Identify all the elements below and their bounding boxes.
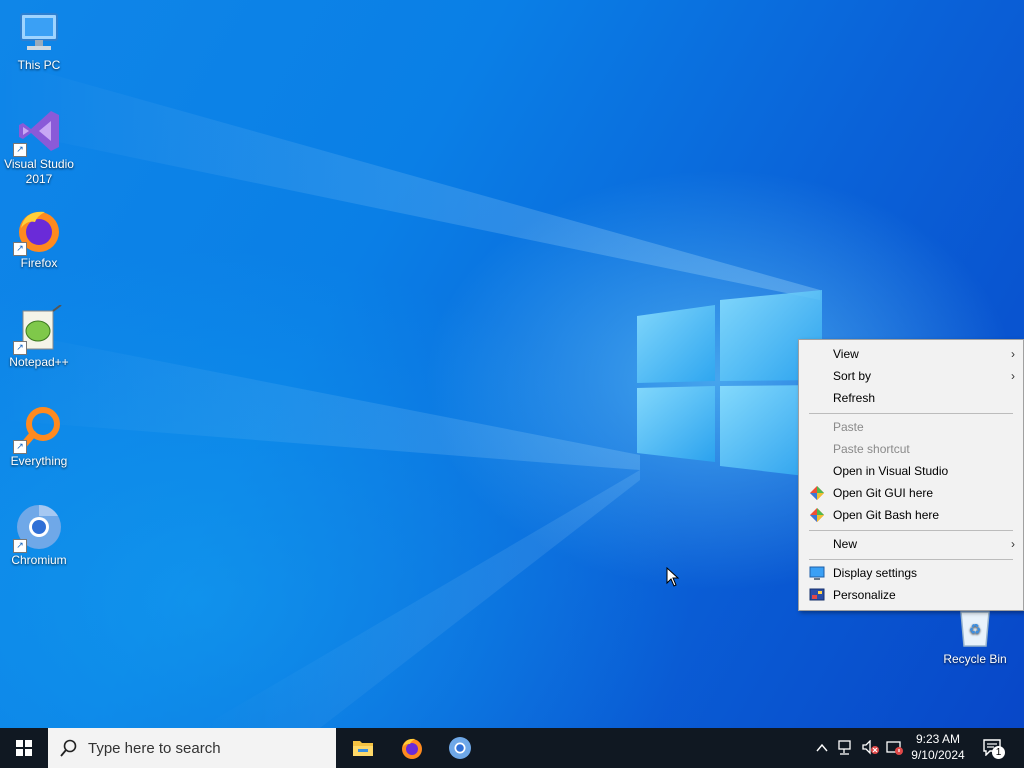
desktop-icon-label: 2017 — [25, 172, 53, 186]
desktop-icon-visual-studio[interactable]: ↗ Visual Studio 2017 — [1, 107, 77, 187]
taskbar-app-firefox[interactable] — [388, 728, 436, 768]
svg-text:♻: ♻ — [969, 622, 982, 638]
desktop-icon-everything[interactable]: ↗ Everything — [1, 404, 77, 469]
shortcut-arrow-icon: ↗ — [13, 143, 27, 157]
visual-studio-icon: ↗ — [13, 107, 63, 157]
desktop-context-menu: View › Sort by › Refresh Paste Paste sho… — [798, 339, 1024, 611]
clock-date: 9/10/2024 — [911, 748, 965, 762]
desktop-icon-label: Firefox — [20, 256, 58, 270]
start-button[interactable] — [0, 728, 48, 768]
action-center-button[interactable]: 1 — [980, 736, 1005, 760]
menu-separator — [809, 559, 1013, 560]
shortcut-arrow-icon: ↗ — [13, 341, 27, 355]
menu-item-label: View — [833, 347, 859, 361]
taskbar-app-file-explorer[interactable] — [338, 728, 386, 768]
search-icon — [60, 739, 77, 757]
chevron-right-icon: › — [1011, 369, 1015, 383]
menu-item-open-in-visual-studio[interactable]: Open in Visual Studio — [799, 460, 1023, 482]
chevron-right-icon: › — [1011, 347, 1015, 361]
desktop-icon-label: Notepad++ — [9, 355, 69, 369]
desktop-icon-notepad-plus-plus[interactable]: ↗ Notepad++ — [1, 304, 77, 370]
desktop-icon-recycle-bin[interactable]: ♻ Recycle Bin — [937, 602, 1013, 667]
shortcut-arrow-icon: ↗ — [13, 242, 27, 256]
menu-item-label: Open Git Bash here — [833, 508, 940, 522]
firefox-icon — [402, 738, 422, 759]
taskbar-clock[interactable]: 9:23 AM 9/10/2024 — [900, 731, 976, 763]
menu-item-paste-shortcut[interactable]: Paste shortcut — [799, 438, 1023, 460]
desktop-icon-label: Visual Studio — [4, 157, 74, 171]
menu-item-refresh[interactable]: Refresh — [799, 387, 1023, 409]
menu-item-paste[interactable]: Paste — [799, 416, 1023, 438]
git-icon — [810, 508, 824, 522]
desktop-icon-label: Recycle Bin — [943, 652, 1007, 666]
menu-item-label: New — [833, 537, 858, 551]
search-placeholder: Type here to search — [88, 740, 221, 757]
menu-item-label: Open Git GUI here — [833, 486, 934, 500]
windows-logo-icon — [16, 740, 32, 756]
desktop-icon-label: Everything — [10, 454, 68, 468]
shortcut-arrow-icon: ↗ — [13, 440, 27, 454]
menu-item-personalize[interactable]: Personalize — [799, 584, 1023, 606]
chromium-icon: ↗ — [13, 503, 63, 553]
shortcut-arrow-icon: ↗ — [13, 539, 27, 553]
desktop-icon-this-pc[interactable]: This PC — [1, 8, 77, 73]
this-pc-icon — [15, 8, 63, 56]
taskbar: Type here to search 9:23 AM 9/10/2024 1 — [0, 728, 1024, 768]
taskbar-app-chromium[interactable] — [436, 728, 484, 768]
notification-count-badge: 1 — [992, 746, 1005, 759]
menu-item-sort-by[interactable]: Sort by › — [799, 365, 1023, 387]
menu-item-display-settings[interactable]: Display settings — [799, 562, 1023, 584]
menu-item-label: Paste shortcut — [833, 442, 910, 456]
menu-item-label: Personalize — [833, 588, 896, 602]
menu-item-new[interactable]: New › — [799, 533, 1023, 555]
menu-item-label: Refresh — [833, 391, 876, 405]
display-icon — [809, 566, 825, 580]
notepad-plus-plus-icon: ↗ — [13, 304, 63, 355]
personalize-icon — [809, 588, 825, 601]
taskbar-search-box[interactable]: Type here to search — [48, 728, 336, 768]
desktop-icon-label: This PC — [17, 58, 61, 72]
menu-item-label: Open in Visual Studio — [833, 464, 949, 478]
menu-item-view[interactable]: View › — [799, 343, 1023, 365]
git-icon — [810, 486, 824, 500]
menu-item-label: Display settings — [833, 566, 918, 580]
clock-time: 9:23 AM — [915, 732, 961, 746]
desktop-icon-label: Chromium — [11, 553, 67, 567]
mouse-cursor-icon — [666, 567, 680, 587]
show-hidden-icons-chevron-up-icon[interactable] — [816, 742, 828, 754]
menu-separator — [809, 413, 1013, 414]
volume-muted-icon[interactable] — [862, 740, 880, 756]
network-icon[interactable] — [838, 740, 856, 756]
everything-icon: ↗ — [13, 404, 63, 454]
chromium-icon — [449, 737, 471, 759]
chevron-right-icon: › — [1011, 537, 1015, 551]
desktop-icon-firefox[interactable]: ↗ Firefox — [1, 206, 77, 271]
menu-item-label: Sort by — [833, 369, 872, 383]
file-explorer-icon — [353, 741, 373, 756]
firefox-icon: ↗ — [13, 206, 63, 256]
desktop-icon-chromium[interactable]: ↗ Chromium — [1, 503, 77, 568]
menu-item-open-git-gui[interactable]: Open Git GUI here — [799, 482, 1023, 504]
menu-separator — [809, 530, 1013, 531]
menu-item-open-git-bash[interactable]: Open Git Bash here — [799, 504, 1023, 526]
menu-item-label: Paste — [833, 420, 864, 434]
